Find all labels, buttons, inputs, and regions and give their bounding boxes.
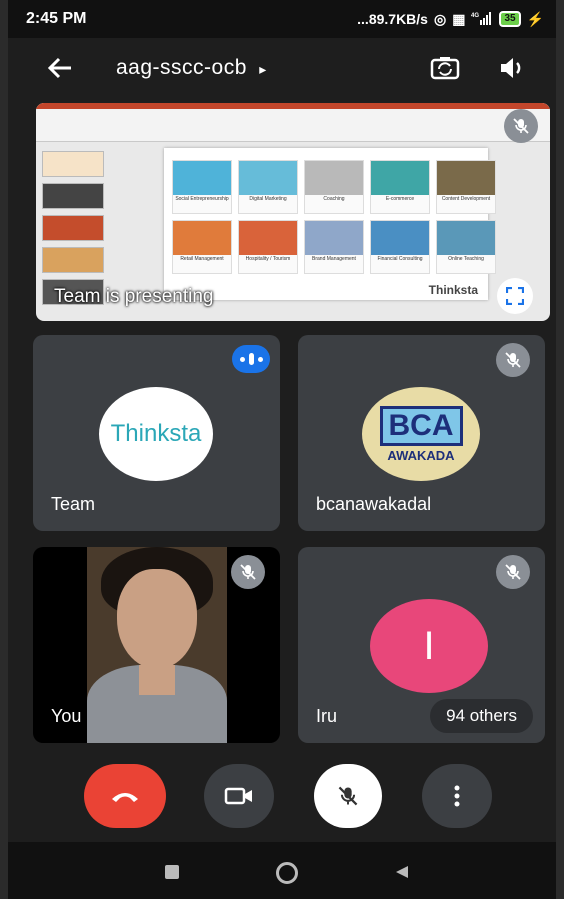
others-count-button[interactable]: 94 others <box>430 699 533 733</box>
presentation-view[interactable]: Social Entrepreneurship Digital Marketin… <box>36 103 550 321</box>
avatar: I <box>370 599 488 693</box>
fullscreen-icon <box>506 287 524 305</box>
participant-name: Team <box>51 494 96 514</box>
slide-tile: Social Entrepreneurship <box>172 160 232 214</box>
system-nav-bar <box>8 842 556 899</box>
self-video-feed <box>87 547 227 743</box>
avatar: Thinksta <box>99 387 213 481</box>
camera-switch-icon <box>430 57 460 80</box>
presenter-muted-badge <box>504 109 538 143</box>
status-time: 2:45 PM <box>26 10 87 27</box>
participant-name: bcanawakadal <box>316 494 432 514</box>
slide-tile: E-commerce <box>370 160 430 214</box>
chevron-right-icon: ▸ <box>259 61 267 77</box>
meeting-title[interactable]: aag-sscc-ocb ▸ <box>116 56 267 80</box>
muted-badge <box>496 343 530 377</box>
muted-badge <box>231 555 265 589</box>
ppt-ribbon <box>36 103 550 142</box>
meeting-code: aag-sscc-ocb <box>116 56 247 79</box>
video-icon <box>224 787 252 805</box>
mic-off-icon <box>338 786 358 806</box>
end-call-icon <box>112 793 138 802</box>
square-icon <box>165 865 179 879</box>
network-speed: ...89.7KB/s <box>357 11 428 27</box>
alarm-icon: ◎ <box>433 10 447 27</box>
triangle-back-icon <box>396 866 408 878</box>
back-nav-button[interactable] <box>392 862 412 882</box>
status-icons: ...89.7KB/s ◎ ▦ 4G 35 ⚡ <box>357 11 544 28</box>
camera-switch-button[interactable] <box>423 46 467 90</box>
signal-icon: 4G <box>471 11 493 28</box>
video-toggle-button[interactable] <box>204 764 274 828</box>
call-controls <box>8 742 556 842</box>
speaker-icon <box>501 58 521 78</box>
slide-tile: Hospitality / Tourism <box>238 220 298 274</box>
sim-icon: ▦ <box>452 10 466 27</box>
avatar: BCA AWAKADA <box>362 387 480 481</box>
slide-tile: Content Development <box>436 160 496 214</box>
slide-grid: Social Entrepreneurship Digital Marketin… <box>172 160 496 274</box>
speaking-indicator-icon <box>232 345 270 373</box>
participant-name: You <box>51 706 82 726</box>
home-button[interactable] <box>274 860 300 886</box>
muted-badge <box>496 555 530 589</box>
phone-screen: 2:45 PM ...89.7KB/s ◎ ▦ 4G 35 ⚡ aag-sscc… <box>8 0 556 899</box>
participant-tile-iru[interactable]: I Iru 94 others <box>298 547 545 743</box>
end-call-button[interactable] <box>84 764 166 828</box>
battery-icon: 35 <box>499 11 521 27</box>
more-vert-icon <box>454 785 460 807</box>
slide-tile: Digital Marketing <box>238 160 298 214</box>
circle-icon <box>276 862 298 884</box>
participant-tile-team[interactable]: Thinksta Team <box>33 335 280 531</box>
avatar-text: BCA <box>379 405 463 446</box>
slide-tile: Financial Consulting <box>370 220 430 274</box>
speaker-button[interactable] <box>490 46 534 90</box>
mic-toggle-button[interactable] <box>314 764 382 828</box>
slide-tile: Online Teaching <box>436 220 496 274</box>
charging-icon: ⚡ <box>526 10 544 27</box>
mic-off-icon <box>513 118 529 134</box>
avatar-subtext: AWAKADA <box>387 447 455 463</box>
more-options-button[interactable] <box>422 764 492 828</box>
mic-off-icon <box>505 564 521 580</box>
mic-off-icon <box>240 564 256 580</box>
back-arrow-icon <box>47 57 71 79</box>
back-button[interactable] <box>38 46 82 90</box>
presenting-caption: Team is presenting <box>54 286 214 307</box>
slide: Social Entrepreneurship Digital Marketin… <box>164 148 496 300</box>
signal-label: 4G <box>471 13 479 19</box>
fullscreen-button[interactable] <box>497 278 533 314</box>
avatar-letter: I <box>423 623 435 668</box>
status-bar: 2:45 PM ...89.7KB/s ◎ ▦ 4G 35 ⚡ <box>8 0 556 38</box>
participant-name: Iru <box>316 706 338 726</box>
slide-logo: Thinksta <box>428 283 478 297</box>
recents-button[interactable] <box>162 862 182 882</box>
slide-tile: Coaching <box>304 160 364 214</box>
slide-tile: Retail Management <box>172 220 232 274</box>
participant-tile-you[interactable]: You <box>33 547 280 743</box>
participant-tile-bcanawakadal[interactable]: BCA AWAKADA bcanawakadal <box>298 335 545 531</box>
avatar-text: Thinksta <box>110 420 202 447</box>
mic-off-icon <box>505 352 521 368</box>
slide-tile: Brand Management <box>304 220 364 274</box>
